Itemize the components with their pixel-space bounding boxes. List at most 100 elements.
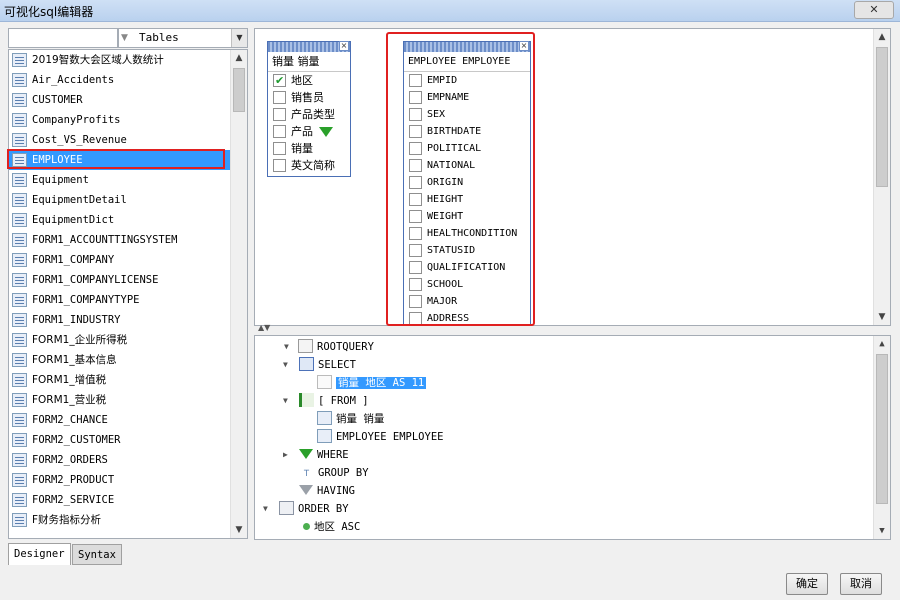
- order-by-node[interactable]: ▼ ORDER BY: [263, 500, 349, 518]
- filter-input[interactable]: [8, 28, 118, 48]
- field-row[interactable]: ORIGIN: [404, 174, 530, 191]
- table-list-item[interactable]: FORM2_PRODUCT: [9, 470, 231, 490]
- field-checkbox[interactable]: [409, 142, 422, 155]
- where-node[interactable]: ▶ WHERE: [283, 446, 349, 464]
- table-list-item[interactable]: FORM1_COMPANY: [9, 250, 231, 270]
- collapse-icon[interactable]: ▼: [283, 392, 288, 410]
- field-row[interactable]: SCHOOL: [404, 276, 530, 293]
- from-table-employee-node[interactable]: EMPLOYEE EMPLOYEE: [317, 428, 443, 446]
- field-row[interactable]: 销售员: [268, 89, 350, 106]
- table-list-item[interactable]: FORM1_COMPANYLICENSE: [9, 270, 231, 290]
- table-list-item[interactable]: FORM1_基本信息: [9, 350, 231, 370]
- field-checkbox[interactable]: [409, 193, 422, 206]
- pane-splitter[interactable]: ▲▼: [254, 323, 891, 335]
- close-icon[interactable]: ×: [519, 41, 529, 51]
- field-row[interactable]: 地区: [268, 72, 350, 89]
- field-checkbox[interactable]: [409, 244, 422, 257]
- table-list-item[interactable]: EquipmentDetail: [9, 190, 231, 210]
- field-checkbox[interactable]: [409, 125, 422, 138]
- table-list-item[interactable]: CUSTOMER: [9, 90, 231, 110]
- table-list-item[interactable]: F财务指标分析: [9, 510, 231, 530]
- field-checkbox[interactable]: [409, 312, 422, 325]
- table-list-item[interactable]: FORM1_ACCOUNTTINGSYSTEM: [9, 230, 231, 250]
- field-checkbox[interactable]: [273, 142, 286, 155]
- table-box-header[interactable]: ×: [404, 41, 530, 52]
- field-checkbox[interactable]: [273, 159, 286, 172]
- table-list-item[interactable]: FORM1_企业所得税: [9, 330, 231, 350]
- field-checkbox[interactable]: [409, 74, 422, 87]
- from-table-sales-node[interactable]: 销量 销量: [317, 410, 384, 428]
- tab-designer[interactable]: Designer: [8, 543, 71, 565]
- design-canvas[interactable]: × 销量 销量 地区销售员产品类型产品销量英文简称 × EMPLOYEE EMP…: [254, 28, 891, 326]
- table-list-item[interactable]: FORM2_CHANCE: [9, 410, 231, 430]
- table-list-item[interactable]: Cost_VS_Revenue: [9, 130, 231, 150]
- scroll-up-icon[interactable]: ▲: [874, 336, 890, 352]
- select-expression-node[interactable]: 销量 地区 AS 11: [317, 374, 427, 392]
- field-row[interactable]: BIRTHDATE: [404, 123, 530, 140]
- field-row[interactable]: POLITICAL: [404, 140, 530, 157]
- field-row[interactable]: SEX: [404, 106, 530, 123]
- table-list-item[interactable]: FORM1_COMPANYTYPE: [9, 290, 231, 310]
- collapse-icon[interactable]: ▼: [263, 500, 268, 518]
- field-checkbox[interactable]: [409, 108, 422, 121]
- field-row[interactable]: 英文简称: [268, 157, 350, 174]
- close-icon[interactable]: ×: [339, 41, 349, 51]
- field-row[interactable]: MAJOR: [404, 293, 530, 310]
- tree-node-root[interactable]: ▼ ROOTQUERY: [284, 338, 374, 356]
- table-list-item[interactable]: Air_Accidents: [9, 70, 231, 90]
- field-row[interactable]: 产品: [268, 123, 350, 140]
- scroll-thumb[interactable]: [233, 68, 245, 112]
- field-checkbox[interactable]: [409, 278, 422, 291]
- scroll-down-icon[interactable]: ▼: [231, 522, 247, 538]
- field-row[interactable]: STATUSID: [404, 242, 530, 259]
- field-row[interactable]: HEIGHT: [404, 191, 530, 208]
- field-row[interactable]: 产品类型: [268, 106, 350, 123]
- field-row[interactable]: 销量: [268, 140, 350, 157]
- splitter-arrows-icon[interactable]: ▲▼: [258, 323, 270, 332]
- cancel-button[interactable]: 取消: [840, 573, 882, 595]
- table-list-item[interactable]: FORM2_ORDERS: [9, 450, 231, 470]
- table-list-scrollbar[interactable]: ▲ ▼: [230, 50, 247, 538]
- ok-button[interactable]: 确定: [786, 573, 828, 595]
- field-row[interactable]: HEALTHCONDITION: [404, 225, 530, 242]
- scroll-thumb[interactable]: [876, 354, 888, 504]
- having-node[interactable]: HAVING: [299, 482, 355, 500]
- field-row[interactable]: WEIGHT: [404, 208, 530, 225]
- table-box-header[interactable]: ×: [268, 41, 350, 52]
- field-checkbox[interactable]: [273, 91, 286, 104]
- select-label-node[interactable]: SELECT: [299, 356, 356, 374]
- scroll-up-icon[interactable]: ▲: [231, 50, 247, 66]
- table-box-sales[interactable]: × 销量 销量 地区销售员产品类型产品销量英文简称: [267, 41, 351, 177]
- dropdown-arrow-icon[interactable]: ▼: [231, 29, 247, 47]
- scroll-down-icon[interactable]: ▼: [874, 523, 890, 539]
- tab-syntax[interactable]: Syntax: [72, 544, 122, 565]
- field-row[interactable]: EMPID: [404, 72, 530, 89]
- table-list-item[interactable]: FORM1_INDUSTRY: [9, 310, 231, 330]
- field-checkbox[interactable]: [409, 91, 422, 104]
- scroll-up-icon[interactable]: ▲: [874, 29, 890, 45]
- field-row[interactable]: NATIONAL: [404, 157, 530, 174]
- table-list-item[interactable]: 2019智数大会区域人数统计: [9, 50, 231, 70]
- field-checkbox[interactable]: [273, 125, 286, 138]
- table-list-item[interactable]: FORM1_增值税: [9, 370, 231, 390]
- object-type-select[interactable]: ▼ Tables ▼: [118, 28, 248, 48]
- field-checkbox[interactable]: [273, 108, 286, 121]
- group-by-node[interactable]: ⊤ GROUP BY: [299, 464, 368, 482]
- close-icon[interactable]: ✕: [854, 1, 894, 19]
- field-row[interactable]: EMPNAME: [404, 89, 530, 106]
- tree-scrollbar[interactable]: ▲ ▼: [873, 336, 890, 539]
- scroll-thumb[interactable]: [876, 47, 888, 187]
- field-checkbox[interactable]: [409, 295, 422, 308]
- collapse-icon[interactable]: ▼: [283, 356, 288, 374]
- field-row[interactable]: QUALIFICATION: [404, 259, 530, 276]
- table-list-item[interactable]: CompanyProfits: [9, 110, 231, 130]
- field-checkbox[interactable]: [409, 176, 422, 189]
- from-node[interactable]: ▼ [ FROM ]: [283, 392, 369, 410]
- table-box-employee[interactable]: × EMPLOYEE EMPLOYEE EMPID EMPNAME SEX BIRTH…: [403, 41, 531, 325]
- table-list-item[interactable]: FORM1_营业税: [9, 390, 231, 410]
- table-list-item[interactable]: FORM2_CUSTOMER: [9, 430, 231, 450]
- expand-icon[interactable]: ▶: [283, 446, 288, 464]
- field-checkbox[interactable]: [409, 261, 422, 274]
- field-checkbox[interactable]: [273, 72, 286, 89]
- field-checkbox[interactable]: [409, 210, 422, 223]
